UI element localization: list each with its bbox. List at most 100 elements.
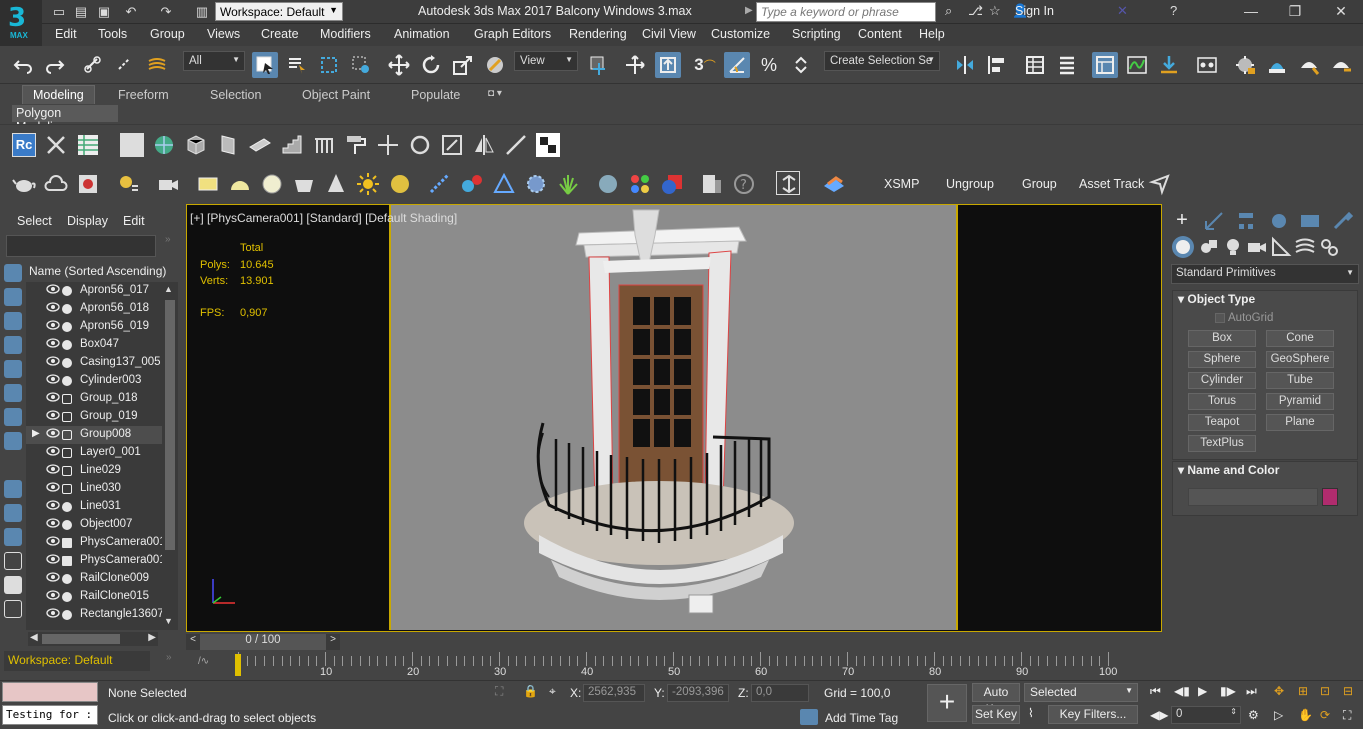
zoom-extents-icon[interactable]: ⊡: [1320, 684, 1330, 698]
list-item[interactable]: PhysCamera001: [26, 534, 162, 552]
safe-frame-icon[interactable]: [776, 171, 800, 195]
key-filters-button[interactable]: Key Filters...: [1048, 705, 1138, 724]
menu-views[interactable]: Views: [207, 27, 240, 41]
unlink-icon[interactable]: [112, 52, 138, 78]
prev-frame-icon[interactable]: <: [186, 634, 200, 650]
app-logo[interactable]: 3 MAX: [0, 0, 42, 46]
list-item[interactable]: Casing137_005: [26, 354, 162, 372]
move-icon[interactable]: [376, 133, 400, 157]
modify-tab-icon[interactable]: [1203, 210, 1225, 232]
grass-icon[interactable]: [556, 172, 580, 196]
ungroup-button[interactable]: Ungroup: [946, 177, 994, 191]
menu-edit[interactable]: Edit: [55, 27, 77, 41]
name-column-header[interactable]: Name (Sorted Ascending): [26, 262, 178, 280]
render-frame-icon[interactable]: [76, 172, 100, 196]
list-item[interactable]: ▶ Group008: [26, 426, 162, 444]
eye-icon[interactable]: [46, 392, 60, 402]
filter-spacewarps-icon[interactable]: [4, 384, 22, 402]
cone-button[interactable]: Cone: [1266, 330, 1334, 347]
spinner-icon[interactable]: ⇕: [1230, 707, 1237, 716]
search-input[interactable]: Type a keyword or phrase: [756, 2, 936, 22]
next-frame-icon[interactable]: ▮▶: [1220, 684, 1236, 698]
time-configuration-icon[interactable]: ⚙: [1248, 708, 1259, 722]
geosphere-button[interactable]: GeoSphere: [1266, 351, 1334, 368]
double-chevron-icon[interactable]: »: [165, 234, 171, 245]
menu-animation[interactable]: Animation: [394, 27, 450, 41]
pivot-center-icon[interactable]: [586, 52, 612, 78]
favorites-star-icon[interactable]: ☆: [989, 3, 1001, 19]
list-item[interactable]: Line029: [26, 462, 162, 480]
previous-frame-icon[interactable]: ◀▮: [1174, 684, 1190, 698]
torus-button[interactable]: Torus: [1188, 393, 1256, 410]
new-file-icon[interactable]: ▭: [50, 3, 68, 21]
time-tag-icon[interactable]: [800, 709, 818, 725]
key-tangent-icon[interactable]: ⌇: [1028, 706, 1034, 720]
viewport-safe-frame[interactable]: [389, 205, 958, 630]
workspace-footer[interactable]: Workspace: Default: [4, 651, 150, 671]
scrollbar-thumb[interactable]: [165, 300, 175, 550]
help-icon[interactable]: ?: [1170, 3, 1177, 18]
lock-selection-icon[interactable]: 🔒: [523, 684, 538, 698]
object-type-rollout-header[interactable]: ▾ Object Type: [1178, 292, 1255, 306]
eye-icon[interactable]: [46, 536, 60, 546]
z-coordinate-field[interactable]: 0,0: [751, 684, 809, 702]
menu-civil-view[interactable]: Civil View: [642, 27, 696, 41]
minimize-window-button[interactable]: —: [1236, 3, 1266, 19]
eye-icon[interactable]: [46, 428, 60, 438]
tools-icon[interactable]: [44, 133, 68, 157]
stairs-icon[interactable]: [280, 133, 304, 157]
scatter-icon[interactable]: [428, 172, 452, 196]
tab-select[interactable]: Select: [17, 214, 52, 228]
list-item[interactable]: Apron56_017: [26, 282, 162, 300]
maxscript-listener-mini[interactable]: [2, 682, 98, 702]
tab-edit[interactable]: Edit: [123, 214, 145, 228]
display-all-icon[interactable]: [4, 552, 22, 570]
name-and-color-rollout-header[interactable]: ▾ Name and Color: [1178, 463, 1279, 477]
list-item[interactable]: Object007: [26, 516, 162, 534]
basket-icon[interactable]: [292, 172, 316, 196]
tab-object-paint[interactable]: Object Paint: [302, 88, 370, 102]
cameras-category-icon[interactable]: [1246, 236, 1268, 258]
undo-icon[interactable]: ↶: [122, 3, 140, 21]
list-item[interactable]: Group_018: [26, 390, 162, 408]
move-icon[interactable]: [386, 52, 412, 78]
sphere-icon[interactable]: [260, 172, 284, 196]
sphere-button[interactable]: Sphere: [1188, 351, 1256, 368]
group-button[interactable]: Group: [1022, 177, 1057, 191]
toggle-ribbon-icon[interactable]: [1054, 52, 1080, 78]
x-coordinate-field[interactable]: 2562,935: [583, 684, 645, 702]
tube-button[interactable]: Tube: [1266, 372, 1334, 389]
maxscript-input[interactable]: Testing for :: [2, 705, 98, 725]
box-button[interactable]: Box: [1188, 330, 1256, 347]
undo-icon[interactable]: [10, 52, 36, 78]
list-item[interactable]: Apron56_019: [26, 318, 162, 336]
key-mode-dropdown[interactable]: Selected ▼: [1024, 683, 1138, 702]
eye-icon[interactable]: [46, 410, 60, 420]
keyboard-shortcut-override-icon[interactable]: [655, 52, 681, 78]
time-slider-thumb[interactable]: 0 / 100: [200, 634, 326, 650]
curve-editor-icon[interactable]: [1124, 52, 1150, 78]
scale-icon[interactable]: [440, 133, 464, 157]
ribbon-options-icon[interactable]: ◘ ▾: [488, 88, 502, 99]
panel-icon[interactable]: [216, 133, 240, 157]
teapot-button[interactable]: Teapot: [1188, 414, 1256, 431]
absolute-mode-icon[interactable]: ⌖: [549, 684, 556, 699]
angle-snap-icon[interactable]: [724, 52, 750, 78]
sign-in-link[interactable]: Sign In: [1015, 4, 1054, 18]
eye-icon[interactable]: [46, 500, 60, 510]
eye-icon[interactable]: [46, 482, 60, 492]
scroll-up-icon[interactable]: ▲: [164, 284, 173, 294]
window-crossing-icon[interactable]: [348, 52, 374, 78]
tab-selection[interactable]: Selection: [210, 88, 261, 102]
tab-modeling[interactable]: Modeling: [22, 85, 95, 104]
material-swatch-icon[interactable]: [660, 172, 684, 196]
display-visibility-icon[interactable]: [4, 528, 22, 546]
display-tab-icon[interactable]: [1299, 210, 1321, 232]
filter-particles-icon[interactable]: [4, 504, 22, 522]
menu-modifiers[interactable]: Modifiers: [320, 27, 371, 41]
isolate-selection-icon[interactable]: ⛶: [495, 684, 503, 699]
snaps-toggle-icon[interactable]: 3 ⌒: [692, 52, 718, 78]
set-key-big-button[interactable]: +: [927, 684, 967, 722]
placement-icon[interactable]: [482, 52, 508, 78]
filter-containers-icon[interactable]: [4, 480, 22, 498]
